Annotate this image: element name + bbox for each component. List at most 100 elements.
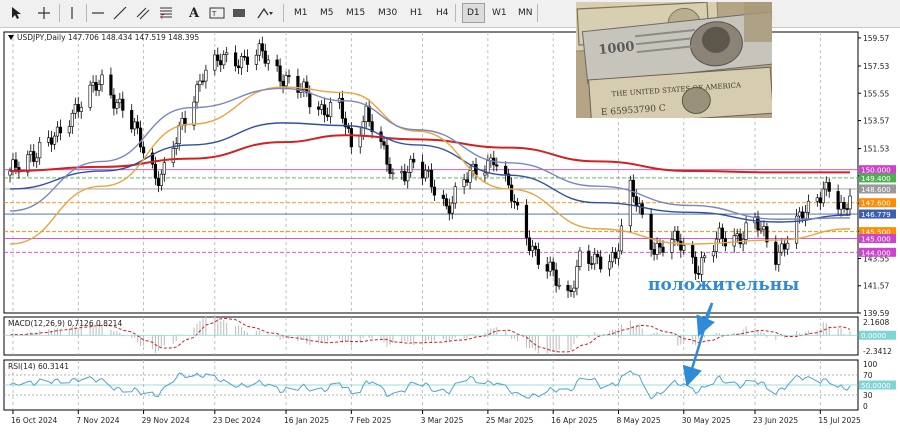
candle-body bbox=[177, 125, 181, 145]
candle-body bbox=[281, 80, 285, 87]
fibonacci-icon[interactable]: F bbox=[156, 3, 176, 23]
candle-body bbox=[631, 179, 635, 197]
candle-body bbox=[204, 69, 208, 82]
candle-body bbox=[88, 84, 92, 108]
candle-body bbox=[593, 253, 597, 265]
timeframe-m1[interactable]: M1 bbox=[290, 3, 312, 23]
candle-body bbox=[551, 261, 555, 271]
candle-body bbox=[658, 243, 662, 248]
candle-body bbox=[94, 82, 98, 91]
text-icon[interactable]: A bbox=[184, 3, 204, 23]
candle-body bbox=[691, 245, 695, 258]
candle-body bbox=[682, 245, 686, 251]
candle-body bbox=[530, 245, 535, 251]
candle-body bbox=[453, 186, 457, 204]
candle-body bbox=[35, 157, 39, 162]
candle-body bbox=[100, 74, 104, 85]
candle-body bbox=[11, 159, 15, 172]
svg-text:T: T bbox=[211, 10, 217, 18]
candle-body bbox=[67, 126, 71, 134]
candle-body bbox=[26, 154, 30, 173]
cursor-icon[interactable] bbox=[6, 3, 26, 23]
rectangle-icon[interactable] bbox=[229, 3, 249, 23]
rsi-axis-label: 30 bbox=[863, 391, 873, 400]
x-tick-label: 23 Jun 2025 bbox=[753, 416, 798, 425]
toolbar-separator bbox=[283, 4, 284, 22]
x-tick-label: 8 May 2025 bbox=[616, 416, 660, 425]
timeframe-d1[interactable]: D1 bbox=[462, 3, 485, 23]
svg-text:F: F bbox=[161, 14, 165, 20]
candle-body bbox=[225, 52, 229, 55]
annotation-text: положительны bbox=[648, 275, 799, 295]
toolbar-separator bbox=[86, 4, 87, 22]
candle-body bbox=[744, 222, 748, 240]
candle-body bbox=[613, 252, 618, 259]
candle-body bbox=[738, 233, 742, 245]
vertical-line-icon[interactable] bbox=[62, 3, 82, 23]
y-tick-label: 139.59 bbox=[863, 309, 889, 318]
candle-body bbox=[450, 202, 454, 214]
candle-body bbox=[818, 197, 822, 204]
candle-body bbox=[527, 237, 532, 251]
candle-body bbox=[382, 141, 386, 146]
timeframe-w1[interactable]: W1 bbox=[488, 3, 511, 23]
candle-body bbox=[139, 127, 143, 148]
candle-body bbox=[780, 243, 784, 253]
candle-body bbox=[533, 245, 537, 250]
candle-body bbox=[349, 128, 353, 148]
label-icon[interactable]: T bbox=[207, 3, 227, 23]
timeframe-h4[interactable]: H4 bbox=[432, 3, 453, 23]
candle-body bbox=[673, 230, 677, 240]
candle-body bbox=[130, 110, 134, 130]
candle-body bbox=[213, 54, 217, 71]
candle-body bbox=[391, 172, 395, 175]
candle-body bbox=[554, 269, 558, 286]
candle-body bbox=[287, 75, 291, 77]
crosshair-icon[interactable] bbox=[34, 3, 54, 23]
candle-body bbox=[515, 201, 520, 206]
rsi-axis-label: 50.0000 bbox=[861, 381, 891, 390]
x-tick-label: 15 Jul 2025 bbox=[818, 416, 861, 425]
candle-body bbox=[652, 249, 656, 255]
timeframe-h1[interactable]: H1 bbox=[406, 3, 427, 23]
candle-body bbox=[637, 203, 641, 207]
candle-body bbox=[420, 161, 425, 179]
timeframe-m15[interactable]: M15 bbox=[342, 3, 369, 23]
timeframe-m5[interactable]: M5 bbox=[316, 3, 338, 23]
timeframe-m30[interactable]: M30 bbox=[374, 3, 401, 23]
candle-body bbox=[201, 80, 205, 83]
candle-body bbox=[616, 250, 621, 259]
price-level-label: 145.000 bbox=[861, 235, 891, 244]
candle-body bbox=[661, 246, 665, 253]
candle-body bbox=[815, 197, 819, 202]
timeframe-mn[interactable]: MN bbox=[514, 3, 537, 23]
candle-body bbox=[694, 256, 698, 274]
candle-body bbox=[222, 54, 226, 66]
candle-body bbox=[628, 179, 632, 227]
candle-body bbox=[245, 56, 250, 65]
x-tick-label: 29 Nov 2024 bbox=[142, 416, 190, 425]
candle-body bbox=[320, 104, 324, 110]
macd-title: MACD(12,26,9) 0.7126 0.8214 bbox=[8, 319, 122, 328]
candle-body bbox=[70, 112, 74, 127]
horizontal-line-icon[interactable] bbox=[88, 3, 108, 23]
candle-body bbox=[233, 52, 238, 67]
candle-body bbox=[141, 146, 146, 154]
candle-body bbox=[385, 144, 389, 165]
channel-icon[interactable] bbox=[133, 3, 153, 23]
candle-body bbox=[702, 255, 707, 259]
candle-body bbox=[572, 287, 576, 292]
candle-body bbox=[827, 182, 831, 192]
candle-body bbox=[569, 290, 573, 292]
shapes-icon[interactable] bbox=[255, 3, 275, 23]
candle-body bbox=[845, 208, 849, 210]
trendline-icon[interactable] bbox=[110, 3, 130, 23]
price-level-label: 148.600 bbox=[861, 185, 891, 194]
candle-body bbox=[91, 82, 95, 86]
candle-body bbox=[121, 98, 125, 111]
candle-body bbox=[848, 195, 852, 210]
y-tick-label: 151.53 bbox=[863, 145, 889, 154]
candle-body bbox=[599, 256, 603, 270]
candle-body bbox=[441, 194, 445, 199]
candle-body bbox=[842, 202, 846, 209]
